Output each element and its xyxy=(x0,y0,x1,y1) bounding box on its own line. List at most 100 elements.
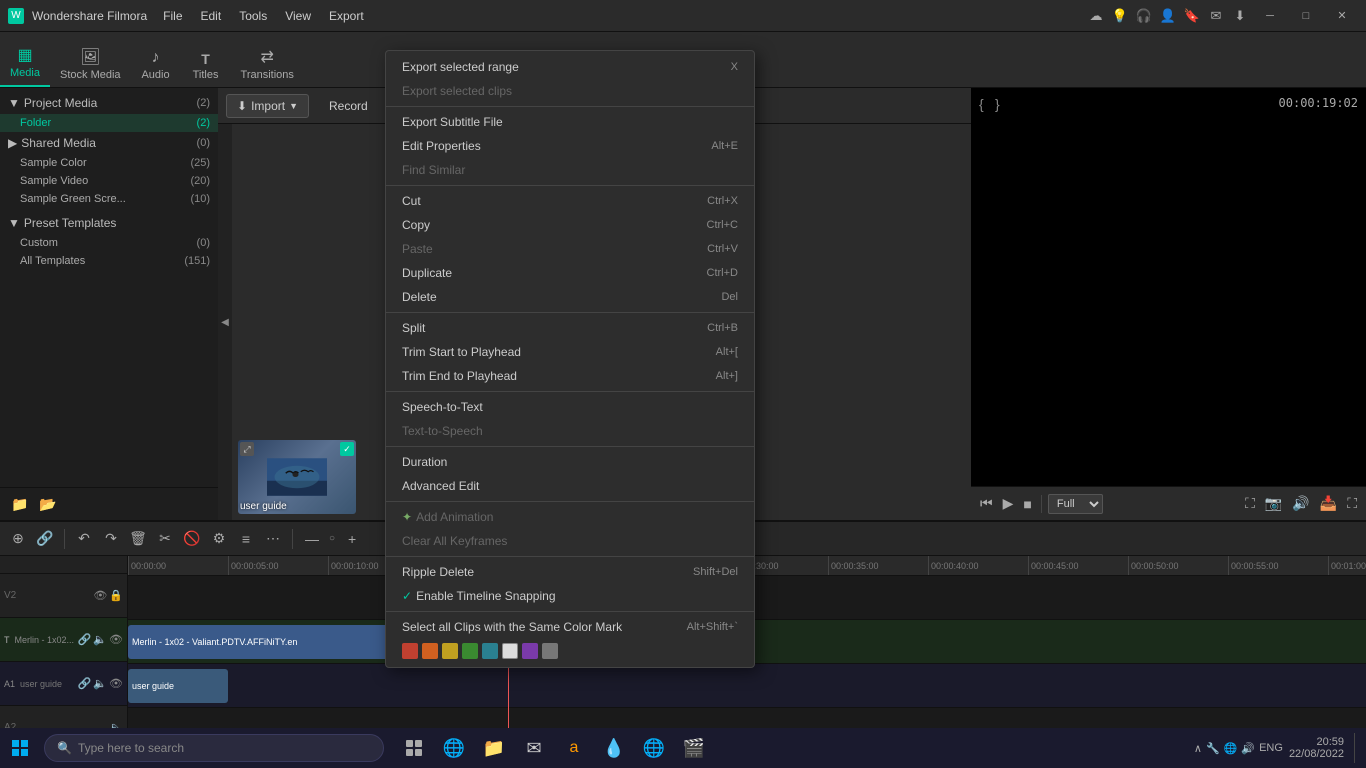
ctx-cut[interactable]: Cut Ctrl+X xyxy=(386,189,754,213)
track-a1-link-icon[interactable]: 🔗 xyxy=(78,677,92,690)
tab-media[interactable]: ▦ Media xyxy=(0,39,50,87)
ctx-delete[interactable]: Delete Del xyxy=(386,285,754,309)
color-mark-white[interactable] xyxy=(502,643,518,659)
ctx-edit-properties[interactable]: Edit Properties Alt+E xyxy=(386,134,754,158)
track-a1-eye-icon[interactable]: 👁 xyxy=(109,677,123,690)
taskbar-app-globe[interactable]: 🌐 xyxy=(636,730,672,766)
shared-media-header[interactable]: ▶ Shared Media (0) xyxy=(0,132,218,154)
ctx-copy[interactable]: Copy Ctrl+C xyxy=(386,213,754,237)
timeline-redo-button[interactable]: ↷ xyxy=(99,527,123,551)
timeline-disable-button[interactable]: 🚫 xyxy=(180,527,204,551)
ctx-export-range[interactable]: Export selected range X xyxy=(386,55,754,79)
track-v1-eye-icon[interactable]: 👁 xyxy=(109,633,123,646)
track-v1-mute-icon[interactable]: 🔈 xyxy=(93,633,107,646)
tab-titles[interactable]: T Titles xyxy=(181,45,231,87)
color-mark-teal[interactable] xyxy=(482,643,498,659)
lightbulb-icon[interactable]: 💡 xyxy=(1110,6,1130,26)
taskbar-app-dropbox[interactable]: 💧 xyxy=(596,730,632,766)
preview-volume-icon[interactable]: 🔊 xyxy=(1289,493,1312,514)
search-bar[interactable]: 🔍 Type here to search xyxy=(44,734,384,762)
tab-transitions[interactable]: ⇄ Transitions xyxy=(231,41,304,87)
ctx-export-subtitle[interactable]: Export Subtitle File xyxy=(386,110,754,134)
track-v2-eye-icon[interactable]: 👁 xyxy=(93,589,107,602)
track-v2-lock-icon[interactable]: 🔒 xyxy=(109,589,123,602)
color-mark-yellow[interactable] xyxy=(442,643,458,659)
preview-save-icon[interactable]: 📥 xyxy=(1317,493,1340,514)
taskbar-app-filmora[interactable]: 🎬 xyxy=(676,730,712,766)
ctx-split[interactable]: Split Ctrl+B xyxy=(386,316,754,340)
ctx-advanced-edit[interactable]: Advanced Edit xyxy=(386,474,754,498)
timeline-add-track-button[interactable]: ⊕ xyxy=(6,527,30,551)
color-mark-red[interactable] xyxy=(402,643,418,659)
color-mark-purple[interactable] xyxy=(522,643,538,659)
zoom-select[interactable]: Full 75% 50% 25% xyxy=(1048,494,1103,514)
preview-skip-back-icon[interactable]: ⏮ xyxy=(977,493,996,514)
custom-item[interactable]: Custom (0) xyxy=(0,234,218,252)
menu-export[interactable]: Export xyxy=(321,7,372,25)
timeline-zoom-in-button[interactable]: + xyxy=(340,527,364,551)
project-media-header[interactable]: ▼ Project Media (2) xyxy=(0,92,218,114)
track-row-a1[interactable]: user guide xyxy=(128,664,1366,708)
cloud-icon[interactable]: ☁ xyxy=(1086,6,1106,26)
close-button[interactable]: ✕ xyxy=(1326,6,1358,26)
preset-templates-header[interactable]: ▼ Preset Templates xyxy=(0,212,218,234)
track-a1-mute-icon[interactable]: 🔈 xyxy=(93,677,107,690)
ctx-trim-end[interactable]: Trim End to Playhead Alt+] xyxy=(386,364,754,388)
start-button[interactable] xyxy=(4,732,36,764)
record-button[interactable]: Record xyxy=(317,95,380,117)
track-v1-link-icon[interactable]: 🔗 xyxy=(78,633,92,646)
bookmark-icon[interactable]: 🔖 xyxy=(1182,6,1202,26)
ctx-duplicate[interactable]: Duplicate Ctrl+D xyxy=(386,261,754,285)
clock[interactable]: 20:59 22/08/2022 xyxy=(1289,736,1344,760)
timeline-undo-button[interactable]: ↶ xyxy=(72,527,96,551)
menu-tools[interactable]: Tools xyxy=(231,7,275,25)
preview-play-icon[interactable]: ▶ xyxy=(1000,493,1017,514)
preview-fit-icon[interactable]: ⛶ xyxy=(1242,493,1258,514)
ctx-duration[interactable]: Duration xyxy=(386,450,754,474)
timeline-link-button[interactable]: 🔗 xyxy=(33,527,57,551)
menu-edit[interactable]: Edit xyxy=(193,7,230,25)
timeline-audio-button[interactable]: ≡ xyxy=(234,527,258,551)
chevron-up-icon[interactable]: ∧ xyxy=(1194,742,1202,755)
ctx-ripple-delete[interactable]: Ripple Delete Shift+Del xyxy=(386,560,754,584)
network-icon[interactable]: 🌐 xyxy=(1224,742,1238,755)
sample-color-item[interactable]: Sample Color (25) xyxy=(0,154,218,172)
volume-tray-icon[interactable]: 🔊 xyxy=(1241,742,1255,755)
video-thumbnail[interactable]: ✓ user guide ⤢ xyxy=(238,440,356,514)
color-mark-gray[interactable] xyxy=(542,643,558,659)
taskbar-app-task-view[interactable] xyxy=(396,730,432,766)
timeline-zoom-out-button[interactable]: — xyxy=(300,527,324,551)
color-mark-orange[interactable] xyxy=(422,643,438,659)
tab-audio[interactable]: ♪ Audio xyxy=(131,43,181,87)
menu-file[interactable]: File xyxy=(155,7,190,25)
minimize-button[interactable]: ─ xyxy=(1254,6,1286,26)
timeline-cut-button[interactable]: ✂ xyxy=(153,527,177,551)
taskbar-app-mail[interactable]: ✉ xyxy=(516,730,552,766)
import-button[interactable]: ⬇ Import ▼ xyxy=(226,94,309,118)
download-icon[interactable]: ⬇ xyxy=(1230,6,1250,26)
sample-video-item[interactable]: Sample Video (20) xyxy=(0,172,218,190)
all-templates-item[interactable]: All Templates (151) xyxy=(0,252,218,270)
menu-view[interactable]: View xyxy=(277,7,319,25)
sample-green-item[interactable]: Sample Green Scre... (10) xyxy=(0,190,218,208)
preview-stop-icon[interactable]: ■ xyxy=(1020,494,1034,514)
taskbar-app-amazon[interactable]: a xyxy=(556,730,592,766)
avatar-icon[interactable]: 👤 xyxy=(1158,6,1178,26)
open-folder-button[interactable]: 📂 xyxy=(36,492,60,516)
timeline-delete-button[interactable]: 🗑 xyxy=(126,527,150,551)
clip-a1-userguide[interactable]: user guide xyxy=(128,669,228,703)
show-desktop-button[interactable] xyxy=(1354,733,1358,763)
ctx-speech-to-text[interactable]: Speech-to-Text xyxy=(386,395,754,419)
scroll-left-button[interactable]: ◀ xyxy=(218,124,232,520)
taskbar-app-explorer[interactable]: 📁 xyxy=(476,730,512,766)
add-folder-button[interactable]: 📁 xyxy=(8,492,32,516)
email-icon[interactable]: ✉ xyxy=(1206,6,1226,26)
folder-item[interactable]: Folder (2) xyxy=(0,114,218,132)
ctx-enable-snapping[interactable]: ✓ Enable Timeline Snapping xyxy=(386,584,754,608)
preview-fullscreen-icon[interactable]: ⛶ xyxy=(1344,493,1360,514)
color-mark-green[interactable] xyxy=(462,643,478,659)
ctx-select-same-color[interactable]: Select all Clips with the Same Color Mar… xyxy=(386,615,754,639)
timeline-adjust-button[interactable]: ⚙ xyxy=(207,527,231,551)
taskbar-app-edge[interactable]: 🌐 xyxy=(436,730,472,766)
headset-icon[interactable]: 🎧 xyxy=(1134,6,1154,26)
